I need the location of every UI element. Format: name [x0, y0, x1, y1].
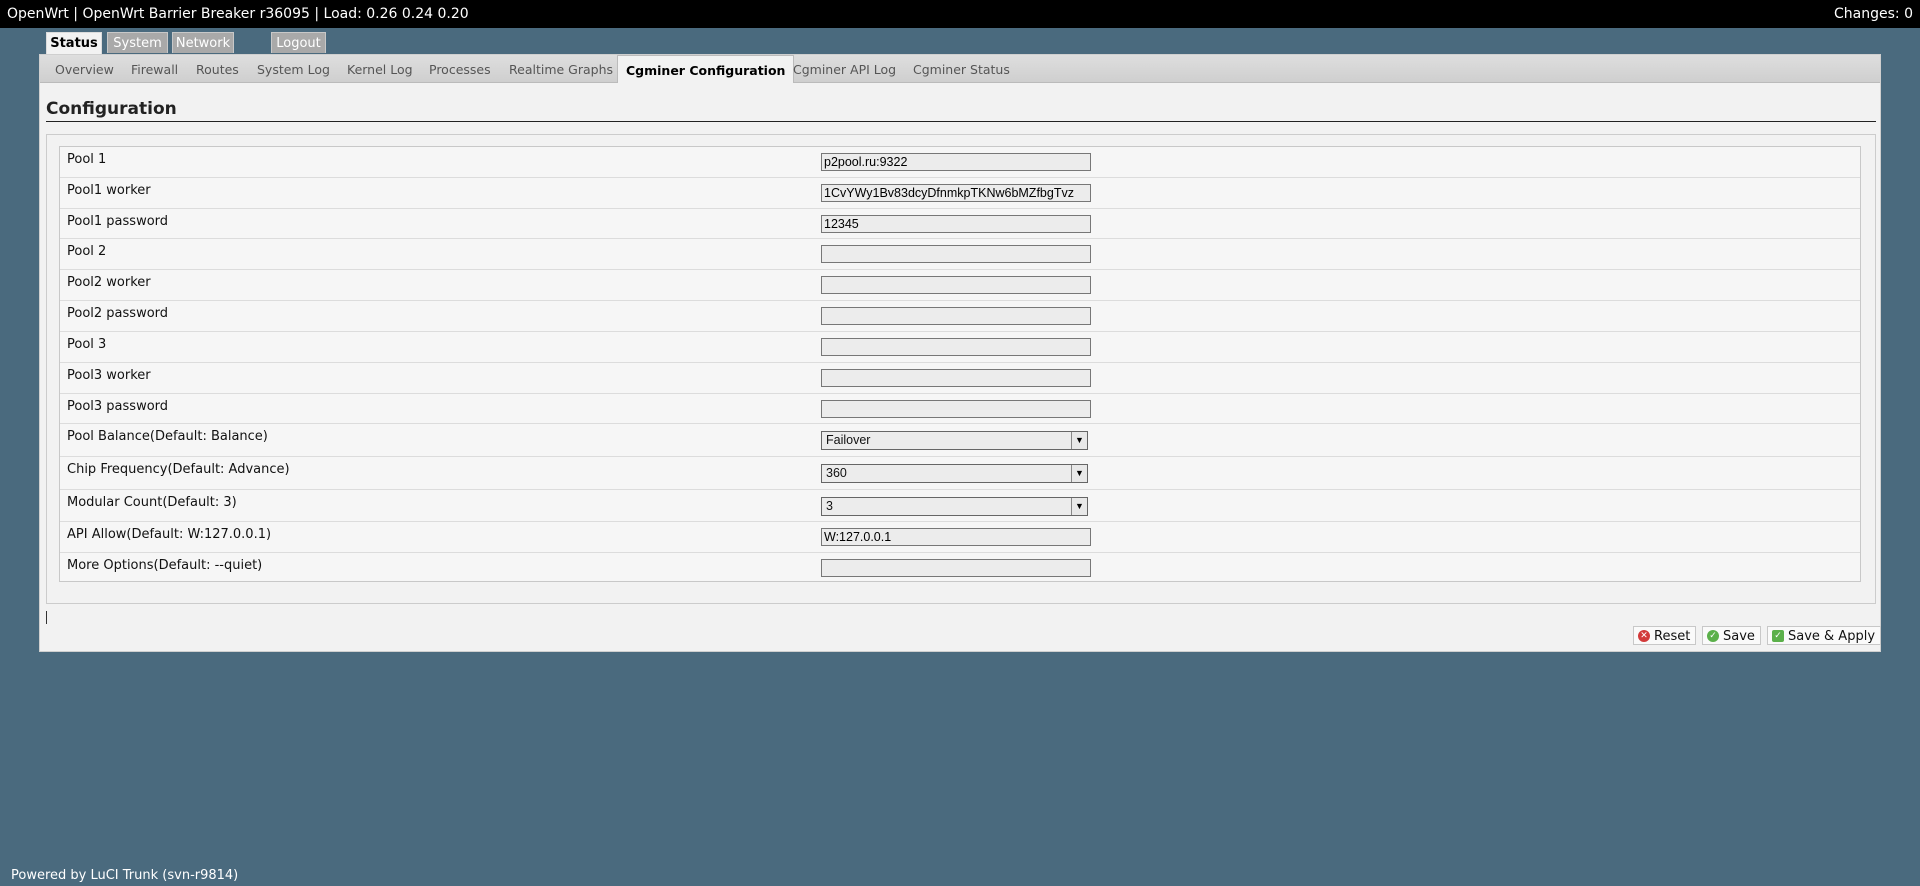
pool3-worker-input[interactable] — [821, 369, 1091, 387]
pool2-password-input[interactable] — [821, 307, 1091, 325]
subtab-overview[interactable]: Overview — [55, 55, 114, 82]
pool2-label: Pool 2 — [67, 244, 107, 259]
pool3-input[interactable] — [821, 338, 1091, 356]
top-header-bar: OpenWrt | OpenWrt Barrier Breaker r36095… — [0, 0, 1920, 28]
text-cursor — [46, 611, 47, 624]
dropdown-arrow-icon[interactable]: ▼ — [1071, 465, 1087, 482]
more-options-input[interactable] — [821, 559, 1091, 577]
save-label: Save — [1723, 629, 1755, 644]
dropdown-arrow-icon[interactable]: ▼ — [1071, 432, 1087, 449]
modular-count-label: Modular Count(Default: 3) — [67, 495, 237, 510]
pool1-label: Pool 1 — [67, 152, 107, 167]
subtab-cgminer-api-log[interactable]: Cgminer API Log — [793, 55, 896, 82]
pool2-worker-input[interactable] — [821, 276, 1091, 294]
form-row-pool2-worker: Pool2 worker — [60, 270, 1860, 301]
main-tab-status[interactable]: Status — [46, 32, 102, 55]
save-apply-label: Save & Apply — [1788, 629, 1876, 644]
reset-label: Reset — [1654, 629, 1691, 644]
save-button[interactable]: ✓ Save — [1702, 626, 1761, 645]
pool1-password-input[interactable]: 12345 — [821, 215, 1091, 233]
api-allow-label: API Allow(Default: W:127.0.0.1) — [67, 527, 272, 542]
form-row-more-options: More Options(Default: --quiet) — [60, 553, 1860, 583]
dropdown-arrow-icon[interactable]: ▼ — [1071, 498, 1087, 515]
pool-balance-label: Pool Balance(Default: Balance) — [67, 429, 268, 444]
reset-icon: ✕ — [1638, 630, 1650, 642]
pool2-worker-label: Pool2 worker — [67, 275, 151, 290]
pool1-worker-label: Pool1 worker — [67, 183, 151, 198]
api-allow-input[interactable]: W:127.0.0.1 — [821, 528, 1091, 546]
subtab-kernel-log[interactable]: Kernel Log — [347, 55, 413, 82]
pool3-password-input[interactable] — [821, 400, 1091, 418]
main-tab-system[interactable]: System — [107, 32, 168, 53]
pool2-input[interactable] — [821, 245, 1091, 263]
pool-balance-select[interactable]: Failover ▼ — [821, 431, 1088, 450]
modular-count-value: 3 — [826, 499, 833, 513]
form-row-chip-frequency: Chip Frequency(Default: Advance) 360 ▼ — [60, 457, 1860, 490]
form-row-pool-balance: Pool Balance(Default: Balance) Failover … — [60, 424, 1860, 457]
pool1-password-label: Pool1 password — [67, 214, 169, 229]
form-row-pool3: Pool 3 — [60, 332, 1860, 363]
pool-balance-value: Failover — [826, 433, 871, 447]
config-form: Pool 1 p2pool.ru:9322 Pool1 worker 1CvYW… — [59, 146, 1861, 639]
modular-count-select[interactable]: 3 ▼ — [821, 497, 1088, 516]
more-options-label: More Options(Default: --quiet) — [67, 558, 263, 573]
form-row-pool3-worker: Pool3 worker — [60, 363, 1860, 394]
chip-frequency-select[interactable]: 360 ▼ — [821, 464, 1088, 483]
main-tab-logout[interactable]: Logout — [271, 32, 326, 53]
form-row-pool2: Pool 2 — [60, 239, 1860, 270]
reset-button[interactable]: ✕ Reset — [1633, 626, 1697, 645]
pool3-worker-label: Pool3 worker — [67, 368, 151, 383]
config-form-box: Pool 1 p2pool.ru:9322 Pool1 worker 1CvYW… — [59, 146, 1861, 582]
pool1-input[interactable]: p2pool.ru:9322 — [821, 153, 1091, 171]
checkmark-icon: ✓ — [1707, 630, 1719, 642]
form-row-modular-count: Modular Count(Default: 3) 3 ▼ — [60, 490, 1860, 522]
page-title: Configuration — [46, 99, 1876, 122]
pool3-label: Pool 3 — [67, 337, 107, 352]
pool3-password-label: Pool3 password — [67, 399, 169, 414]
chip-frequency-label: Chip Frequency(Default: Advance) — [67, 462, 290, 477]
save-apply-button[interactable]: ✓ Save & Apply — [1767, 626, 1882, 645]
status-submenu: Overview Firewall Routes System Log Kern… — [40, 55, 1880, 83]
form-row-pool1-worker: Pool1 worker 1CvYWy1Bv83dcyDfnmkpTKNw6bM… — [60, 178, 1860, 209]
form-row-pool2-password: Pool2 password — [60, 301, 1860, 332]
subtab-processes[interactable]: Processes — [429, 55, 491, 82]
subtab-cgminer-status[interactable]: Cgminer Status — [913, 55, 1010, 82]
subtab-realtime-graphs[interactable]: Realtime Graphs — [509, 55, 613, 82]
changes-counter[interactable]: Changes: 0 — [1834, 0, 1913, 28]
form-row-pool1: Pool 1 p2pool.ru:9322 — [60, 147, 1860, 178]
chip-frequency-value: 360 — [826, 466, 847, 480]
form-row-api-allow: API Allow(Default: W:127.0.0.1) W:127.0.… — [60, 522, 1860, 553]
apply-icon: ✓ — [1772, 630, 1784, 642]
footer-powered-by: Powered by LuCI Trunk (svn-r9814) — [11, 868, 239, 883]
main-tab-network[interactable]: Network — [172, 32, 234, 53]
subtab-system-log[interactable]: System Log — [257, 55, 330, 82]
router-status-title: OpenWrt | OpenWrt Barrier Breaker r36095… — [7, 6, 469, 22]
form-row-pool1-password: Pool1 password 12345 — [60, 209, 1860, 239]
subtab-routes[interactable]: Routes — [196, 55, 239, 82]
subtab-cgminer-configuration[interactable]: Cgminer Configuration — [617, 55, 795, 83]
subtab-firewall[interactable]: Firewall — [131, 55, 178, 82]
pool1-worker-input[interactable]: 1CvYWy1Bv83dcyDfnmkpTKNw6bMZfbgTvz — [821, 184, 1091, 202]
pool2-password-label: Pool2 password — [67, 306, 169, 321]
form-row-pool3-password: Pool3 password — [60, 394, 1860, 424]
content-panel: Overview Firewall Routes System Log Kern… — [39, 54, 1882, 652]
